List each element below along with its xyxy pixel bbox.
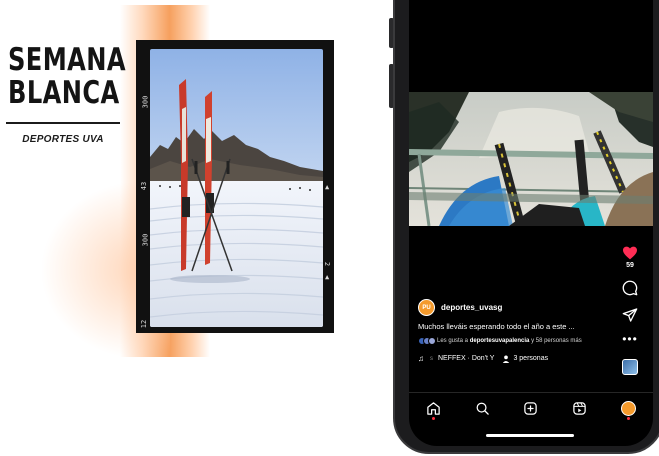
tab-reels[interactable] <box>568 396 592 420</box>
bottom-tabbar <box>409 394 653 422</box>
skis-in-snow-photo <box>150 49 323 327</box>
share-action[interactable] <box>622 307 638 323</box>
notification-dot <box>431 417 435 420</box>
liked-by-prefix: Les gusta a <box>437 338 470 344</box>
music-note-icon: ♫ <box>418 354 424 363</box>
poster-divider <box>6 122 120 124</box>
tagged-people-count: 3 personas <box>513 355 549 362</box>
profile-avatar[interactable] <box>621 400 637 416</box>
like-action[interactable]: 59 <box>622 246 638 269</box>
home-indicator[interactable] <box>486 434 574 437</box>
tagged-people[interactable]: 3 personas <box>502 355 548 363</box>
like-count: 59 <box>626 262 634 269</box>
more-action[interactable]: ••• <box>622 333 638 345</box>
film-frame: 300 43 300 12 2 ▲ ▲ <box>136 40 334 333</box>
film-mark: 43 <box>140 181 149 191</box>
notification-dot <box>627 417 631 420</box>
instagram-reel-screen: 59 ••• PU deportes_uvasg Muchos lleváis … <box>409 0 653 446</box>
liked-by-suffix: y 58 personas más <box>529 338 582 344</box>
tab-create[interactable] <box>519 396 543 420</box>
poster-title-line2: BLANCA <box>8 75 120 111</box>
liked-by-avatars <box>418 337 436 345</box>
audio-track[interactable]: NEFFEX · Don't Y <box>438 355 494 362</box>
heart-icon[interactable] <box>622 246 638 260</box>
audio-scroll-fade: s <box>430 355 433 362</box>
tabbar-divider <box>409 392 653 393</box>
avatar <box>428 337 436 345</box>
tab-search[interactable] <box>470 396 494 420</box>
poster-subtitle: DEPORTES UVA <box>22 134 104 145</box>
reel-post-info: PU deportes_uvasg Muchos lleváis esperan… <box>418 299 618 363</box>
film-mark: 300 <box>141 233 150 247</box>
author-username[interactable]: deportes_uvasg <box>441 303 502 312</box>
audio-thumbnail[interactable] <box>622 359 638 375</box>
reel-actions: 59 ••• <box>617 246 643 375</box>
film-mark: 2 <box>323 261 332 267</box>
comment-icon[interactable] <box>622 280 638 296</box>
author-avatar[interactable]: PU <box>418 299 435 316</box>
reel-caption[interactable]: Muchos lleváis esperando todo el año a e… <box>418 322 618 331</box>
film-mark: 12 <box>140 319 149 329</box>
more-options-icon[interactable]: ••• <box>622 333 638 345</box>
reels-icon[interactable] <box>572 401 587 416</box>
liked-by-text: Les gusta a deportesuvapalencia y 58 per… <box>437 337 607 345</box>
send-icon[interactable] <box>622 307 638 323</box>
reel-video[interactable] <box>409 92 653 226</box>
film-mark: 300 <box>141 95 150 109</box>
poster-title-line1: SEMANA <box>8 42 126 78</box>
comment-action[interactable] <box>622 280 638 296</box>
poster-title: SEMANA BLANCA <box>8 42 126 111</box>
composite-canvas: SEMANA BLANCA DEPORTES UVA 300 43 300 12… <box>0 0 659 456</box>
film-arrow-icon: ▲ <box>325 183 330 191</box>
tab-profile[interactable] <box>617 396 641 420</box>
home-icon[interactable] <box>426 401 441 416</box>
liked-by-row[interactable]: Les gusta a deportesuvapalencia y 58 per… <box>418 337 618 345</box>
tab-home[interactable] <box>421 396 445 420</box>
film-arrow-icon: ▲ <box>325 273 330 281</box>
audio-row[interactable]: ♫ s NEFFEX · Don't Y 3 personas <box>418 354 618 363</box>
person-icon <box>503 355 510 363</box>
reel-author[interactable]: PU deportes_uvasg <box>418 299 618 316</box>
create-icon[interactable] <box>523 401 538 416</box>
search-icon[interactable] <box>475 401 490 416</box>
liked-by-user[interactable]: deportesuvapalencia <box>470 338 530 344</box>
